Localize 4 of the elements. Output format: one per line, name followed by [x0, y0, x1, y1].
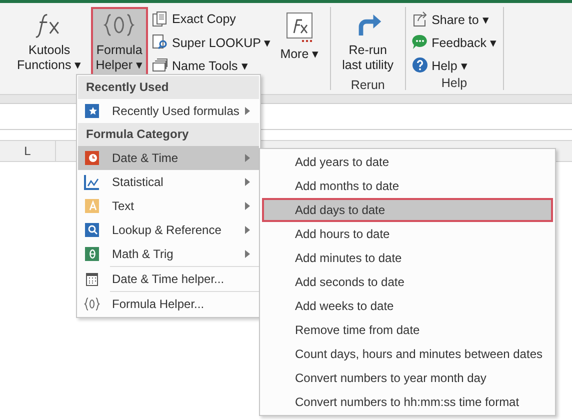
menu-section-header: Recently Used — [78, 76, 259, 99]
group-label: Help — [440, 75, 468, 91]
menu-section-header: Formula Category — [78, 123, 259, 146]
group-label: Rerun — [350, 77, 386, 93]
